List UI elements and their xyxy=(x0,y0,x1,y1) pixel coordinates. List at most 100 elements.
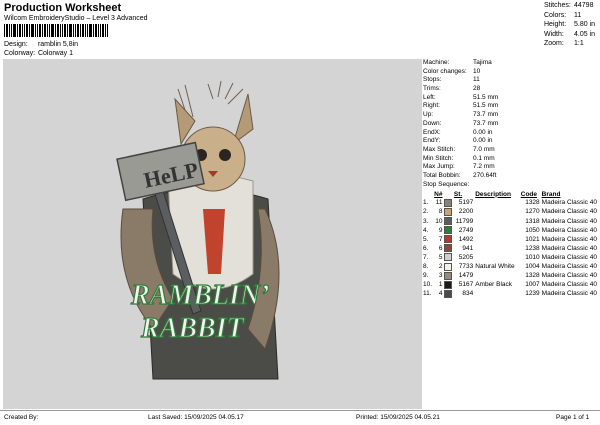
stop-idx: 2. xyxy=(423,208,429,216)
artwork-line-1: RAMBLIN’ xyxy=(130,280,269,311)
machine-row: EndY: 0.00 in xyxy=(423,137,597,146)
stop-row: 7. 5 5205 1010 Madeira Classic 40 xyxy=(423,253,597,262)
stop-desc xyxy=(475,289,521,298)
page-number: Page 1 of 1 xyxy=(556,414,590,421)
stop-idx: 3. xyxy=(423,217,429,225)
machine-row: Machine: Tajima xyxy=(423,59,597,68)
stop-color-cell xyxy=(444,271,453,280)
stat-colors: Colors: 11 xyxy=(544,11,582,19)
stop-row: 5. 7 1492 1021 Madeira Classic 40 xyxy=(423,235,597,244)
design-row: Design: ramblin 5,8in xyxy=(4,41,78,48)
stop-n: 1 xyxy=(438,281,443,289)
colorway-label: Colorway: xyxy=(4,50,36,57)
stop-st: 2749 xyxy=(458,226,474,234)
stop-idx: 11. xyxy=(423,290,432,298)
color-swatch xyxy=(444,280,453,289)
machine-label: Right: xyxy=(423,102,440,110)
stat-width: Width: 4.05 in xyxy=(544,30,596,38)
color-swatch xyxy=(444,253,453,262)
machine-label: EndX: xyxy=(423,128,441,136)
machine-label: Machine: xyxy=(423,59,450,66)
machine-info-panel: Machine: Tajima Color changes: 10 Stops: 11 Tr… xyxy=(423,59,597,409)
stop-row: 2. 8 2200 1270 Madeira Classic 40 xyxy=(423,207,597,216)
stop-code: 1270 xyxy=(525,208,540,216)
machine-label: Min Stitch: xyxy=(423,154,454,162)
stop-st: 834 xyxy=(462,290,474,298)
machine-label: Color changes: xyxy=(423,67,467,75)
last-saved: Last Saved: 15/09/2025 04.05.17 xyxy=(148,414,244,421)
machine-label: EndY: xyxy=(423,137,441,145)
machine-label: Stops: xyxy=(423,76,442,84)
stop-color-cell xyxy=(444,262,453,271)
stop-color-cell xyxy=(444,280,453,289)
stop-n: 2 xyxy=(438,263,443,271)
machine-label: Total Bobbin: xyxy=(423,171,461,179)
stop-sequence-label: Stop Sequence: xyxy=(423,180,470,188)
stop-table-header: N# St. Description Code Brand xyxy=(423,190,597,198)
machine-value: 73.7 mm xyxy=(473,111,499,119)
stop-code: 1328 xyxy=(525,272,540,280)
stop-color-cell xyxy=(444,207,453,216)
machine-row: Color changes: 10 xyxy=(423,68,597,77)
stop-st: 5167 xyxy=(458,281,474,289)
stop-row: 8. 2 7733 Natural White 1004 Madeira Classic … xyxy=(423,262,597,271)
stop-row: 6. 6 941 1238 Madeira Classic 40 xyxy=(423,244,597,253)
stop-desc xyxy=(475,207,521,216)
header-st: St. xyxy=(453,190,463,198)
stop-sequence-table: N# St. Description Code Brand 1. 11 5197 13… xyxy=(423,190,597,298)
machine-label: Left: xyxy=(423,93,436,101)
footer: Created By: Last Saved: 15/09/2025 04.05… xyxy=(0,410,600,425)
stop-brand: Madeira Classic 40 xyxy=(541,208,597,216)
colorway-value: Colorway 1 xyxy=(37,50,73,57)
stop-brand: Madeira Classic 40 xyxy=(541,272,597,280)
embroidery-artwork: HeLP RAMBLIN’ RABBIT xyxy=(116,80,280,380)
stop-desc xyxy=(475,253,521,262)
stop-idx: 8. xyxy=(423,263,429,271)
stop-n: 9 xyxy=(438,226,443,234)
machine-row: Right: 51.5 mm xyxy=(423,102,597,111)
stop-brand: Madeira Classic 40 xyxy=(541,235,597,243)
stop-row: 11. 4 834 1239 Madeira Classic 40 xyxy=(423,289,597,298)
stop-st: 11799 xyxy=(455,217,474,225)
stop-st: 1492 xyxy=(458,235,474,243)
printed-date: Printed: 15/09/2025 04.05.21 xyxy=(356,414,440,421)
stat-zoom: Zoom: 1:1 xyxy=(544,40,584,47)
stop-idx: 6. xyxy=(423,244,429,252)
color-swatch xyxy=(444,244,453,253)
stop-n: 4 xyxy=(438,290,443,298)
machine-row: Max Jump: 7.2 mm xyxy=(423,163,597,172)
barcode-image xyxy=(4,24,108,37)
stop-code: 1050 xyxy=(525,226,540,234)
stop-row: 9. 3 1479 1328 Madeira Classic 40 xyxy=(423,271,597,280)
header-code: Code xyxy=(520,190,537,198)
stop-desc xyxy=(475,217,521,226)
stop-idx: 7. xyxy=(423,253,429,261)
design-stats: Stitches: 44798 Colors: 11 Height: 5.80 in … xyxy=(544,1,598,49)
colorway-row: Colorway: Colorway 1 xyxy=(4,50,73,57)
machine-value: 28 xyxy=(473,85,481,93)
stop-st: 5197 xyxy=(458,199,474,207)
stop-code: 1328 xyxy=(525,199,540,207)
design-preview: HeLP RAMBLIN’ RABBIT xyxy=(3,59,422,409)
stop-idx: 9. xyxy=(423,272,429,280)
stop-color-cell xyxy=(444,226,453,235)
machine-label: Trims: xyxy=(423,85,441,93)
stop-st: 5205 xyxy=(458,253,474,261)
color-swatch xyxy=(444,217,453,226)
machine-label: Up: xyxy=(423,111,434,119)
machine-label: Down: xyxy=(423,119,442,127)
stop-brand: Madeira Classic 40 xyxy=(541,263,597,271)
stop-code: 1318 xyxy=(525,217,540,225)
machine-value: 51.5 mm xyxy=(473,93,499,101)
color-swatch xyxy=(444,271,453,280)
software-subtitle: Wilcom EmbroideryStudio – Level 3 Advanc… xyxy=(4,15,148,22)
machine-row: Total Bobbin: 270.64ft xyxy=(423,172,597,181)
stop-idx: 1. xyxy=(423,199,429,207)
stop-st: 941 xyxy=(462,244,474,252)
stop-brand: Madeira Classic 40 xyxy=(541,199,597,207)
stop-brand: Madeira Classic 40 xyxy=(541,281,597,289)
color-swatch xyxy=(444,235,453,244)
stat-height: Height: 5.80 in xyxy=(544,21,596,28)
stop-row: 4. 9 2749 1050 Madeira Classic 40 xyxy=(423,226,597,235)
stop-n: 6 xyxy=(438,244,443,252)
